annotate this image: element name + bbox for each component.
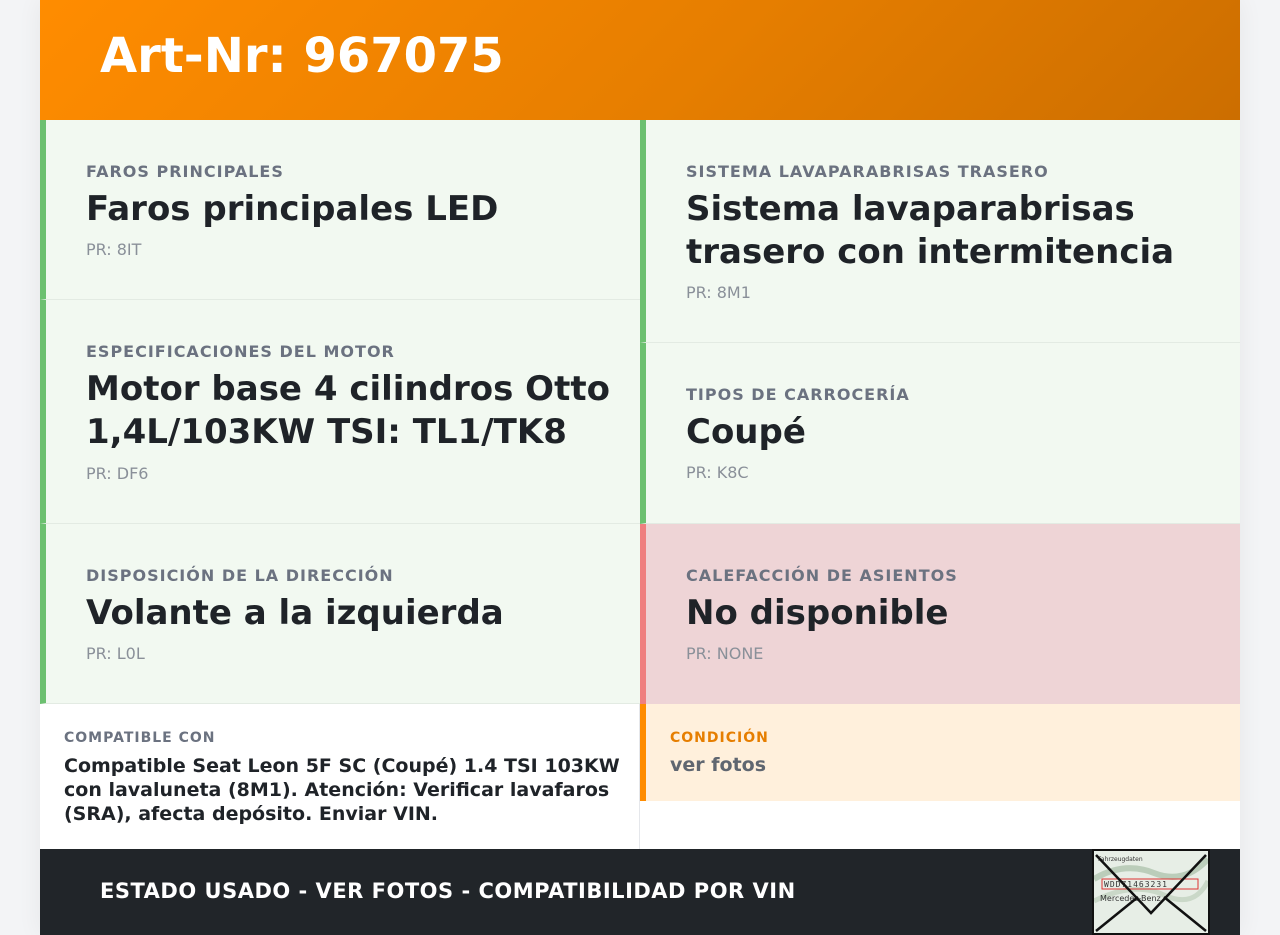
card-code: PR: K8C	[686, 463, 749, 482]
compatibility-text: Compatible Seat Leon 5F SC (Coupé) 1.4 T…	[64, 755, 620, 825]
card-label: SISTEMA LAVAPARABRISAS TRASERO	[686, 162, 1049, 181]
card-label: DISPOSICIÓN DE LA DIRECCIÓN	[86, 566, 394, 585]
footer: ESTADO USADO - VER FOTOS - COMPATIBILIDA…	[40, 849, 1240, 935]
condition-text: ver fotos	[670, 754, 767, 776]
card-code: PR: 8M1	[686, 283, 751, 302]
card-steering: DISPOSICIÓN DE LA DIRECCIÓN Volante a la…	[40, 524, 640, 704]
card-code: PR: L0L	[86, 644, 145, 663]
card-value: Faros principales LED	[86, 189, 499, 229]
card-seat-heating: CALEFACCIÓN DE ASIENTOS No disponible PR…	[640, 524, 1240, 704]
card-code: PR: NONE	[686, 644, 764, 663]
card-rear-washer: SISTEMA LAVAPARABRISAS TRASERO Sistema l…	[640, 120, 1240, 343]
card-code: PR: 8IT	[86, 240, 142, 259]
card-value: Volante a la izquierda	[86, 593, 504, 633]
condition-box: CONDICIÓN ver fotos	[640, 704, 1240, 801]
card-engine: ESPECIFICACIONES DEL MOTOR Motor base 4 …	[40, 300, 640, 524]
card-body-type: TIPOS DE CARROCERÍA Coupé PR: K8C	[640, 343, 1240, 524]
card-headlights: FAROS PRINCIPALES Faros principales LED …	[40, 120, 640, 300]
card-value: Sistema lavaparabrisas trasero con inter…	[686, 189, 1175, 272]
product-sheet: Art-Nr: 967075 FAROS PRINCIPALES Faros p…	[40, 0, 1240, 935]
thumbnail-code: WDD71463231	[1104, 880, 1168, 889]
header: Art-Nr: 967075	[40, 0, 1240, 120]
card-value: Coupé	[686, 412, 806, 452]
thumbnail-image: Fahrzeugdaten WDD71463231 Mercedes-Benz	[1094, 851, 1208, 933]
card-code: PR: DF6	[86, 464, 149, 483]
condition-label: CONDICIÓN	[670, 730, 769, 746]
card-label: TIPOS DE CARROCERÍA	[686, 385, 910, 404]
card-label: CALEFACCIÓN DE ASIENTOS	[686, 566, 958, 585]
thumbnail-caption: Fahrzeugdaten	[1098, 856, 1143, 863]
card-value: Motor base 4 cilindros Otto 1,4L/103KW T…	[86, 369, 610, 452]
card-label: FAROS PRINCIPALES	[86, 162, 284, 181]
compatibility-box: COMPATIBLE CON Compatible Seat Leon 5F S…	[40, 704, 640, 849]
card-value: No disponible	[686, 593, 949, 633]
footer-text: ESTADO USADO - VER FOTOS - COMPATIBILIDA…	[100, 879, 796, 903]
card-label: ESPECIFICACIONES DEL MOTOR	[86, 342, 395, 361]
article-number-title: Art-Nr: 967075	[100, 28, 504, 84]
compatibility-label: COMPATIBLE CON	[64, 730, 216, 746]
envelope-photo-icon[interactable]: Fahrzeugdaten WDD71463231 Mercedes-Benz	[1092, 849, 1210, 935]
